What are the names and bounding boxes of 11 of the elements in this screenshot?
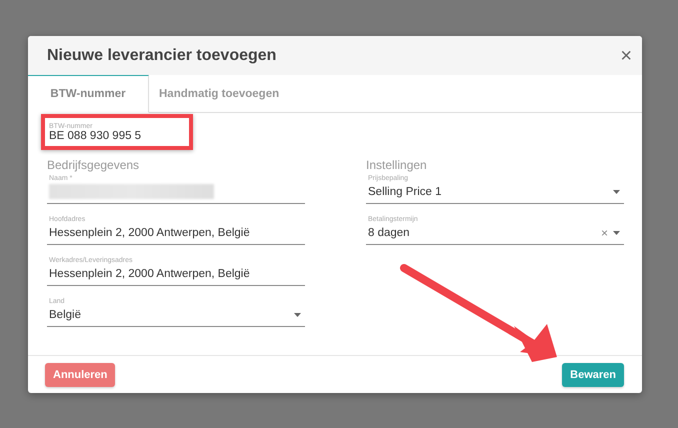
caret-icon	[613, 190, 620, 194]
caret-icon	[294, 312, 301, 316]
save-button[interactable]: Bewaren	[562, 362, 624, 386]
dialog-title: Nieuwe leverancier toevoegen	[47, 46, 276, 64]
caret-icon	[613, 230, 620, 234]
section-heading: Bedrijfsgegevens	[47, 158, 140, 172]
close-button[interactable]: ×	[618, 46, 634, 66]
clear-button[interactable]: ×	[600, 226, 608, 240]
section-heading: Instellingen	[366, 158, 428, 172]
tab[interactable]: BTW-nummer	[28, 75, 149, 113]
cancel-button[interactable]: Annuleren	[45, 362, 116, 386]
